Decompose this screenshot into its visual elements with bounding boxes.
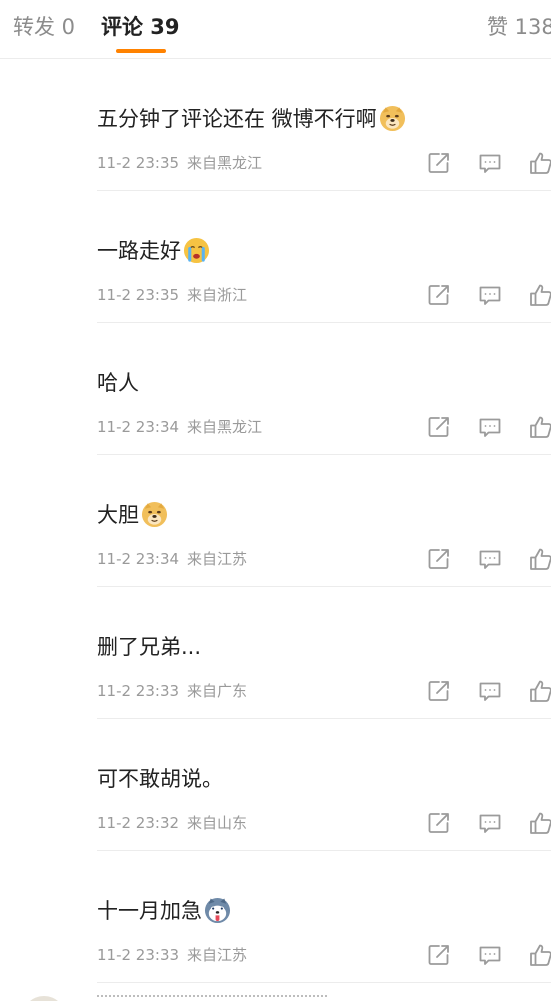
repost-button[interactable] [426,282,452,308]
repost-icon [426,942,452,968]
doge-emoji-icon [379,105,406,132]
thumbs-up-icon [528,414,551,440]
comment-time: 11-2 23:34 [97,418,180,436]
tab-comments[interactable]: 评论 39 [101,12,180,42]
comment-time: 11-2 23:32 [97,814,180,832]
comment-text: 一路走好 [97,236,210,266]
repost-button[interactable] [426,942,452,968]
repost-icon [426,546,452,572]
comment-meta: 11-2 23:34 来自江苏 [97,548,247,570]
comment-text: 可不敢胡说。 [97,767,223,791]
repost-button[interactable] [426,414,452,440]
like-button[interactable] [528,546,551,572]
repost-icon [426,282,452,308]
thumbs-up-icon [528,282,551,308]
comment-time: 11-2 23:35 [97,286,180,304]
comment-text: 十一月加急 [97,896,231,926]
repost-button[interactable] [426,546,452,572]
comment-tabs: 转发 0 评论 39 赞 138 [0,0,551,59]
comment-location: 来自江苏 [187,550,248,568]
comment-item: 哈人 11-2 23:34 来自黑龙江 [0,323,551,455]
reply-button[interactable] [477,678,503,704]
comment-item: 大胆 11-2 23:34 来自江苏 [0,455,551,587]
comment-text: 哈人 [97,371,139,395]
comment-meta: 11-2 23:34 来自黑龙江 [97,416,262,438]
comment-location: 来自山东 [187,814,248,832]
comment-time: 11-2 23:35 [97,154,180,172]
reply-icon [477,546,503,572]
thumbs-up-icon [528,810,551,836]
reply-button[interactable] [477,282,503,308]
reply-icon [477,150,503,176]
comment-location: 来自黑龙江 [187,418,263,436]
reply-icon [477,810,503,836]
reply-icon [477,282,503,308]
comment-meta: 11-2 23:32 来自山东 [97,812,247,834]
active-tab-indicator [116,49,166,53]
tab-likes[interactable]: 赞 138 [487,12,551,42]
reply-icon [477,942,503,968]
comment-text: 五分钟了评论还在 微博不行啊 [97,104,406,134]
thumbs-up-icon [528,678,551,704]
crying-face-emoji-icon [183,237,210,264]
comment-item: 十一月加急 11-2 23:33 来自江苏 [0,851,551,983]
like-button[interactable] [528,414,551,440]
husky-emoji-icon [204,897,231,924]
comment-item: 可不敢胡说。 11-2 23:32 来自山东 [0,719,551,851]
comment-item: 五分钟了评论还在 微博不行啊 11-2 23:35 来自黑龙江 [0,59,551,191]
comment-time: 11-2 23:34 [97,550,180,568]
thumbs-up-icon [528,546,551,572]
tab-repost[interactable]: 转发 0 [13,12,75,42]
comment-meta: 11-2 23:33 来自广东 [97,680,247,702]
repost-icon [426,150,452,176]
comment-meta: 11-2 23:33 来自江苏 [97,944,247,966]
comment-time: 11-2 23:33 [97,682,180,700]
comment-location: 来自黑龙江 [187,154,263,172]
reply-button[interactable] [477,810,503,836]
repost-icon [426,810,452,836]
comment-text: 删了兄弟... [97,635,202,659]
comment-location: 来自广东 [187,682,248,700]
avatar[interactable] [22,996,66,1001]
comment-item: 一路走好 11-2 23:35 来自浙江 [0,191,551,323]
comment-meta: 11-2 23:35 来自浙江 [97,284,247,306]
like-button[interactable] [528,150,551,176]
comment-list: 五分钟了评论还在 微博不行啊 11-2 23:35 来自黑龙江 一路走好 11-2 23… [0,59,551,983]
thumbs-up-icon [528,942,551,968]
reply-button[interactable] [477,414,503,440]
next-comment-peek [0,992,551,1001]
partial-comment-text [97,995,327,1001]
repost-icon [426,678,452,704]
comment-meta: 11-2 23:35 来自黑龙江 [97,152,262,174]
like-button[interactable] [528,810,551,836]
repost-button[interactable] [426,678,452,704]
repost-icon [426,414,452,440]
reply-icon [477,414,503,440]
divider [97,982,551,983]
comment-time: 11-2 23:33 [97,946,180,964]
doge-emoji-icon [141,501,168,528]
reply-icon [477,678,503,704]
like-button[interactable] [528,678,551,704]
comment-location: 来自浙江 [187,286,248,304]
reply-button[interactable] [477,150,503,176]
repost-button[interactable] [426,150,452,176]
reply-button[interactable] [477,546,503,572]
repost-button[interactable] [426,810,452,836]
comment-text: 大胆 [97,500,168,530]
like-button[interactable] [528,942,551,968]
reply-button[interactable] [477,942,503,968]
comment-location: 来自江苏 [187,946,248,964]
like-button[interactable] [528,282,551,308]
comment-item: 删了兄弟... 11-2 23:33 来自广东 [0,587,551,719]
thumbs-up-icon [528,150,551,176]
